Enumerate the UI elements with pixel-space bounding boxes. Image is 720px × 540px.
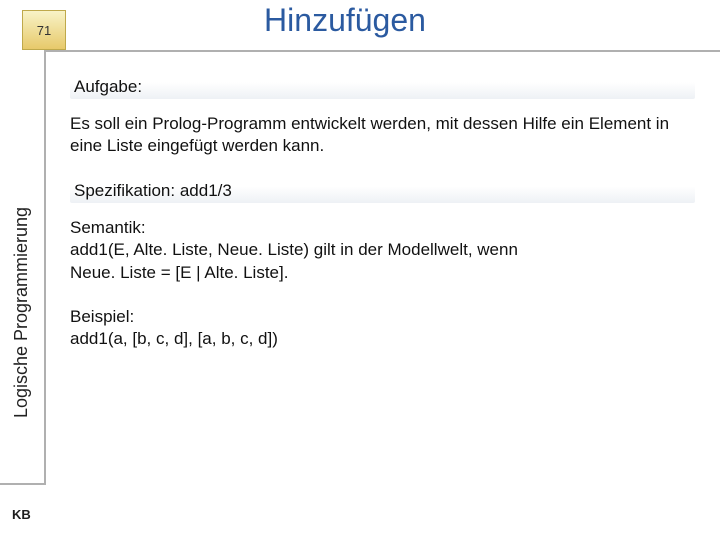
beispiel-label: Beispiel: [70, 306, 695, 328]
section-beispiel: Beispiel: add1(a, [b, c, d], [a, b, c, d… [70, 306, 695, 350]
divider-top [44, 50, 720, 52]
section-semantik: Semantik: add1(E, Alte. Liste, Neue. Lis… [70, 217, 695, 283]
divider-bottom [0, 483, 44, 485]
section-intro: Es soll ein Prolog-Programm entwickelt w… [70, 113, 695, 157]
section-spezifikation: Spezifikation: add1/3 [70, 179, 695, 203]
semantik-label: Semantik: [70, 217, 695, 239]
side-label: Logische Programmierung [12, 207, 33, 418]
section-aufgabe-label: Aufgabe: [70, 75, 695, 99]
divider-vertical [44, 50, 46, 485]
slide-root: 71 Hinzufügen Logische Programmierung Au… [0, 0, 720, 540]
content-area: Aufgabe: Es soll ein Prolog-Programm ent… [70, 75, 695, 372]
semantik-line2: Neue. Liste = [E | Alte. Liste]. [70, 262, 695, 284]
side-label-container: Logische Programmierung [8, 165, 36, 460]
footer-author: KB [12, 507, 31, 522]
semantik-line1: add1(E, Alte. Liste, Neue. Liste) gilt i… [70, 239, 695, 261]
slide-title: Hinzufügen [0, 2, 690, 39]
beispiel-line: add1(a, [b, c, d], [a, b, c, d]) [70, 328, 695, 350]
